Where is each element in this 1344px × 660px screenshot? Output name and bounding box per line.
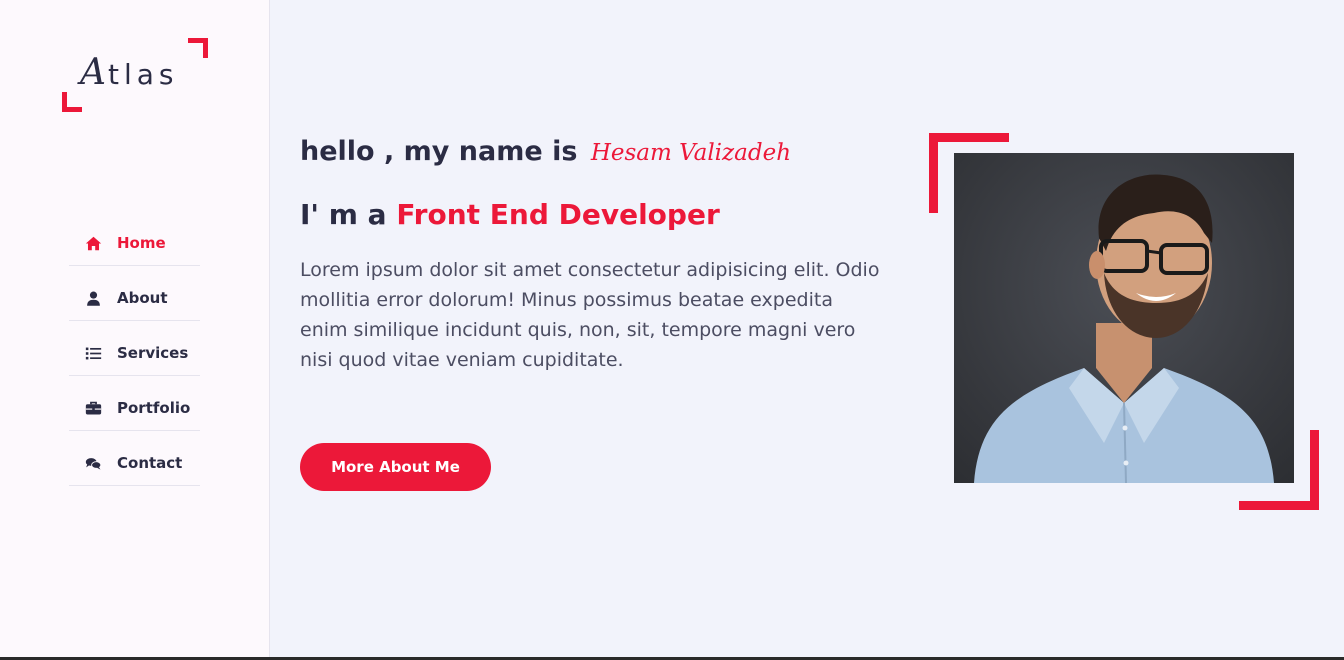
main-nav: Home About Services Portfolio Contact <box>69 211 200 486</box>
profile-photo <box>954 153 1294 483</box>
nav-item-about[interactable]: About <box>69 266 200 321</box>
nav-item-label: Contact <box>117 454 183 472</box>
role-prefix: I' m a <box>300 198 387 231</box>
user-icon <box>83 289 103 307</box>
logo-corner-decoration <box>188 38 208 58</box>
logo[interactable]: Atlas <box>62 38 208 112</box>
list-icon <box>83 344 103 362</box>
greeting-heading: hello , my name is Hesam Valizadeh <box>300 136 791 167</box>
role-title: Front End Developer <box>396 198 720 231</box>
nav-item-label: Home <box>117 234 166 252</box>
intro-paragraph: Lorem ipsum dolor sit amet consectetur a… <box>300 259 880 371</box>
home-icon <box>83 234 103 252</box>
nav-item-label: Services <box>117 344 189 362</box>
greeting-text: hello , my name is <box>300 136 578 167</box>
nav-item-contact[interactable]: Contact <box>69 431 200 486</box>
nav-item-home[interactable]: Home <box>69 211 200 266</box>
logo-text: Atlas <box>80 52 179 93</box>
nav-item-label: About <box>117 289 168 307</box>
sidebar: Atlas Home About Services Portfolio Cont… <box>0 0 270 660</box>
more-about-me-button[interactable]: More About Me <box>300 443 491 491</box>
person-name: Hesam Valizadeh <box>590 140 792 166</box>
comments-icon <box>83 454 103 472</box>
nav-item-services[interactable]: Services <box>69 321 200 376</box>
logo-corner-decoration <box>62 92 82 112</box>
role-heading: I' m a Front End Developer <box>300 198 720 231</box>
nav-item-label: Portfolio <box>117 399 191 417</box>
briefcase-icon <box>83 399 103 417</box>
nav-item-portfolio[interactable]: Portfolio <box>69 376 200 431</box>
